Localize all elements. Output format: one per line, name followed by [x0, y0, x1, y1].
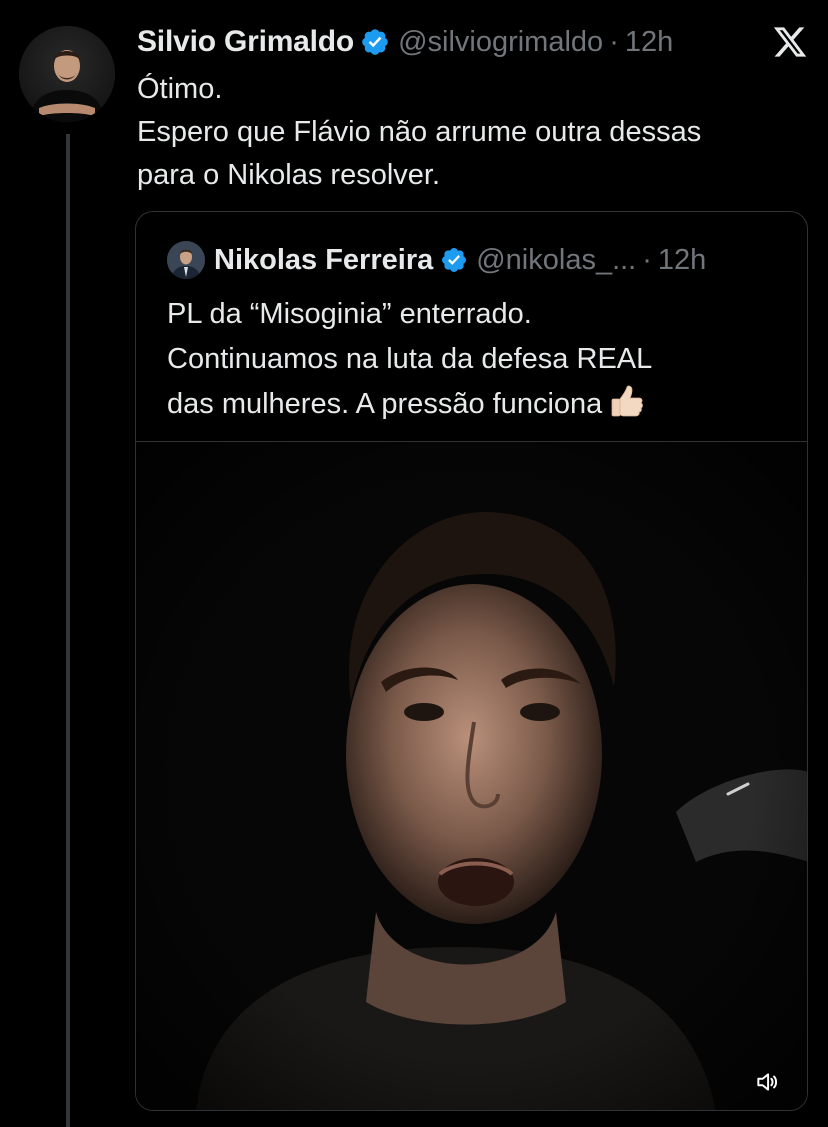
quoted-author-name[interactable]: Nikolas Ferreira [214, 244, 433, 277]
separator-dot: · [609, 25, 619, 58]
tweet-header: Silvio Grimaldo @silviogrimaldo · 12h [137, 21, 673, 63]
video-frame-image [136, 442, 807, 1110]
verified-badge-icon[interactable] [360, 27, 390, 57]
author-avatar-image [19, 26, 115, 122]
quoted-author-avatar[interactable] [167, 241, 205, 279]
quoted-tweet-timestamp[interactable]: 12h [658, 244, 706, 277]
quoted-text-line: Continuamos na luta da defesa REAL [167, 343, 653, 375]
quoted-author-handle[interactable]: @nikolas_... [476, 244, 636, 277]
verified-badge-icon[interactable] [440, 246, 468, 274]
video-player[interactable] [136, 441, 807, 1110]
quoted-tweet-card[interactable]: Nikolas Ferreira @nikolas_... · 12h PL d… [135, 211, 808, 1111]
quoted-tweet-text: PL da “Misoginia” enterrado. Continuamos… [167, 292, 787, 427]
author-avatar[interactable] [19, 26, 115, 122]
quoted-text-line: das mulheres. A pressão funciona [167, 388, 603, 420]
tweet-text-line: Ótimo. [137, 73, 223, 105]
tweet-text: Ótimo. Espero que Flávio não arrume outr… [137, 68, 807, 197]
separator-dot: · [642, 243, 652, 276]
thread-connector-line [66, 134, 70, 1127]
quoted-text-line: PL da “Misoginia” enterrado. [167, 298, 532, 330]
tweet-text-line: Espero que Flávio não arrume outra dessa… [137, 116, 702, 148]
quoted-text-line-with-emoji: das mulheres. A pressão funciona [167, 382, 787, 427]
thumbs-up-emoji-icon [608, 385, 646, 417]
author-name[interactable]: Silvio Grimaldo [137, 25, 354, 59]
author-handle[interactable]: @silviogrimaldo [398, 26, 603, 59]
x-logo-icon [772, 24, 808, 60]
volume-icon[interactable] [751, 1066, 783, 1098]
tweet-text-line: para o Nikolas resolver. [137, 159, 441, 191]
tweet-timestamp[interactable]: 12h [625, 26, 673, 59]
quoted-tweet-header: Nikolas Ferreira @nikolas_... · 12h [167, 240, 706, 280]
